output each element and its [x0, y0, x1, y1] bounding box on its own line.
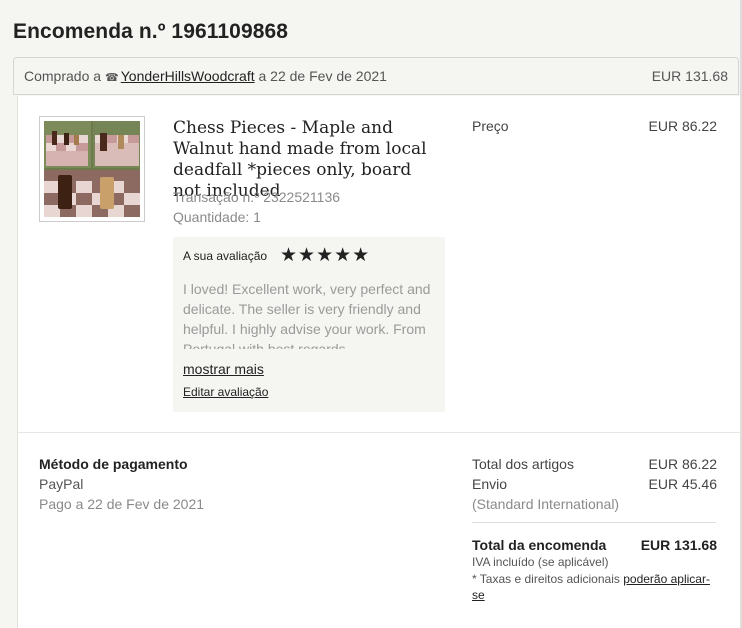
item-quantity: Quantidade: 1 — [173, 209, 261, 225]
taxes-prefix: * Taxas e direitos adicionais — [472, 572, 620, 586]
purchase-info: Comprado a ☎ YonderHillsWoodcraft a 22 de … — [24, 68, 387, 84]
edit-review-link[interactable]: Editar avaliação — [183, 385, 268, 399]
order-total-value: EUR 131.68 — [640, 537, 717, 553]
taxes-note: * Taxas e direitos adicionais poderão ap… — [472, 571, 712, 603]
transaction-number: Transação n.º 2322521136 — [173, 189, 341, 205]
review-label: A sua avaliação — [183, 249, 268, 263]
review-box: A sua avaliação ★★★★★ I loved! Excellent… — [173, 237, 445, 412]
shop-link[interactable]: YonderHillsWoodcraft — [121, 68, 255, 84]
payment-date: Pago a 22 de Fev de 2021 — [39, 496, 205, 512]
payment-method: PayPal — [39, 476, 84, 492]
item-price: EUR 86.22 — [648, 118, 717, 134]
items-total-value: EUR 86.22 — [648, 456, 717, 472]
review-text: I loved! Excellent work, very perfect an… — [183, 281, 431, 349]
summary-rule — [472, 522, 716, 523]
shipping-method: (Standard International) — [472, 496, 620, 512]
vat-note: IVA incluído (se aplicável) — [472, 555, 609, 569]
items-total-label: Total dos artigos — [472, 456, 574, 472]
purchase-prefix: Comprado a — [24, 68, 102, 84]
order-total-header: EUR 131.68 — [651, 68, 728, 84]
payment-method-heading: Método de pagamento — [39, 456, 188, 472]
page-title: Encomenda n.º 1961109868 — [13, 20, 289, 43]
order-header-bar: Comprado a ☎ YonderHillsWoodcraft a 22 de … — [13, 57, 739, 95]
order-total-label: Total da encomenda — [472, 537, 607, 553]
chess-pieces-photo-icon — [44, 121, 140, 217]
shipping-label: Envio — [472, 476, 508, 492]
shipping-value: EUR 45.46 — [648, 476, 717, 492]
item-thumbnail[interactable] — [39, 116, 145, 222]
star-rating: ★★★★★ — [280, 245, 371, 266]
price-label: Preço — [472, 118, 509, 134]
order-card: Chess Pieces - Maple and Walnut hand mad… — [17, 96, 741, 628]
purchase-date: a 22 de Fev de 2021 — [258, 68, 387, 84]
section-divider — [18, 432, 740, 433]
show-more-link[interactable]: mostrar mais — [183, 361, 264, 377]
shop-icon: ☎ — [105, 72, 119, 84]
